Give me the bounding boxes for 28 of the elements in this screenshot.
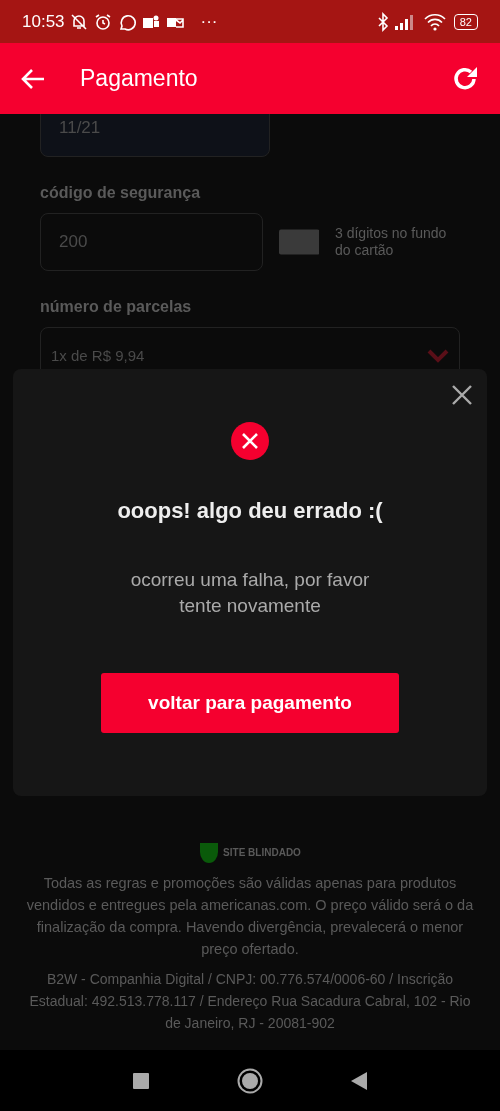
security-label: SITE BLINDADO xyxy=(223,845,301,860)
chevron-icon xyxy=(427,349,449,363)
clock: 10:53 xyxy=(22,10,65,33)
dialog-title: ooops! algo deu errado :( xyxy=(117,497,383,525)
error-icon xyxy=(231,422,269,460)
back-to-payment-button[interactable]: voltar para pagamento xyxy=(101,673,399,733)
company-info: B2W - Companhia Digital / CNPJ: 00.776.574/0006-60 / Inscrição Estadual: 492.513.778.117 / Endereço Rua Sacadura Cabral, 102 - Rio de Janeiro, RJ - 20081-902 xyxy=(28,970,472,1033)
back-arrow-icon[interactable] xyxy=(20,67,46,90)
close-icon[interactable] xyxy=(451,384,473,406)
bluetooth-icon xyxy=(375,11,390,32)
hint-text: 3 dígitos no fundo do cartão xyxy=(335,225,448,259)
page-title: Pagamento xyxy=(80,64,198,93)
battery-indicator: 82 xyxy=(453,13,478,30)
security-code-field[interactable]: 200 xyxy=(40,213,263,271)
expiry-field[interactable]: 11/21 xyxy=(40,114,270,157)
back-icon[interactable] xyxy=(351,1071,367,1090)
wifi-icon xyxy=(423,12,446,31)
card-icon xyxy=(278,229,319,255)
muted-bell-icon xyxy=(68,11,89,32)
disclaimer-text: Todas as regras e promoções são válidas apenas para produtos vendidos e entregues pela americanas.com. O preço válido será o da finalização da compra. Havendo divergência, prevalecerá o menor preço ofertado. xyxy=(25,874,475,959)
signal-icon xyxy=(393,12,416,31)
home-icon[interactable] xyxy=(237,1067,263,1094)
field-label: número de parcelas xyxy=(40,297,193,317)
shield-icon xyxy=(199,840,220,864)
dialog-message: ocorreu uma falha, por favor tente novamente xyxy=(129,568,371,618)
recent-apps-icon[interactable] xyxy=(133,1072,149,1089)
field-label: código de segurança xyxy=(40,183,202,203)
more-indicator: ··· xyxy=(200,10,218,33)
